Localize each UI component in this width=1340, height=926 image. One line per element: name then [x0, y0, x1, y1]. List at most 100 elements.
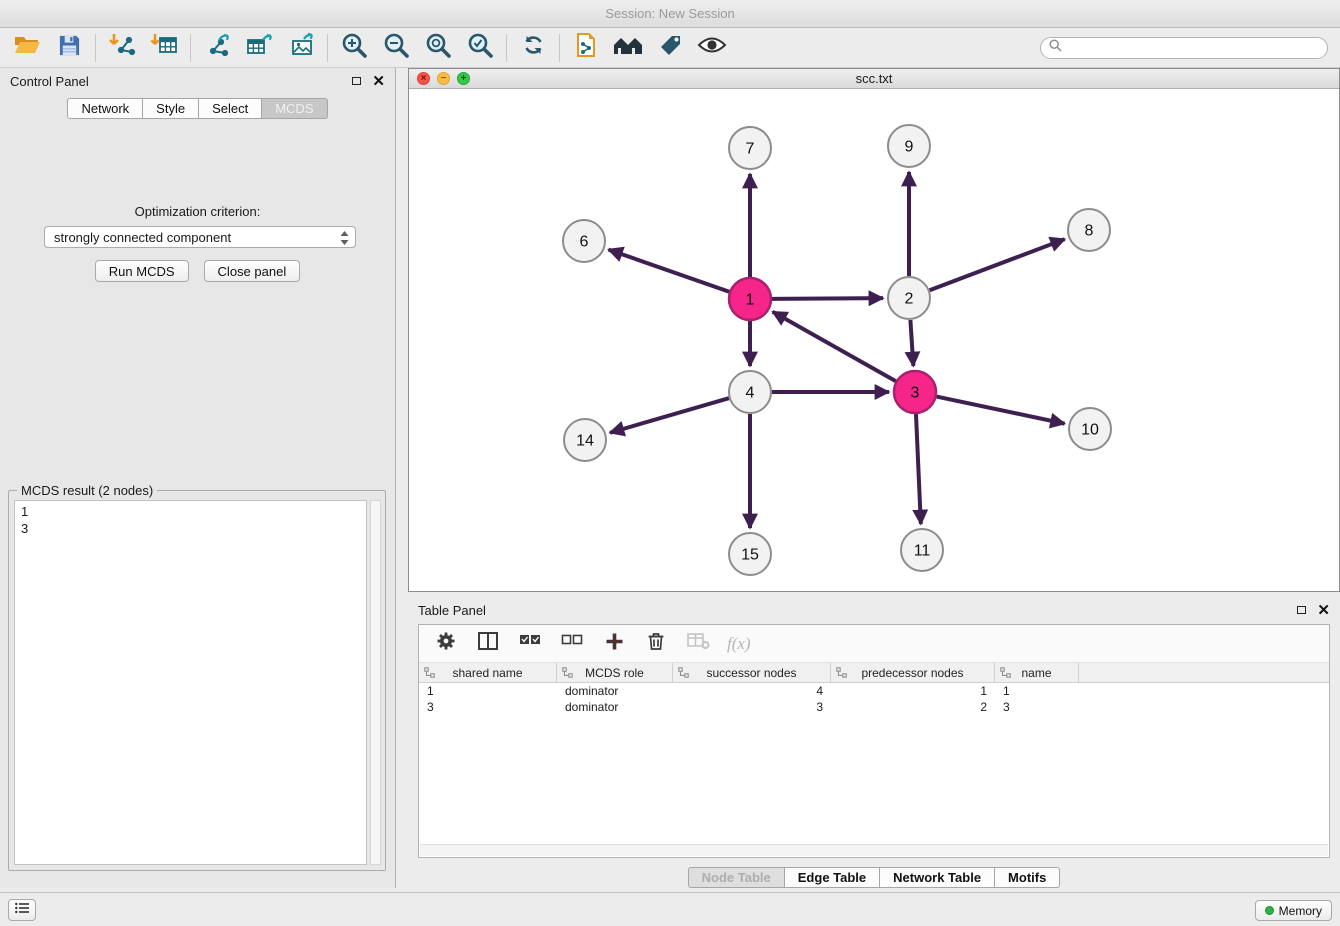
export-network-button[interactable]	[196, 31, 238, 65]
cell-predecessor-nodes[interactable]: 1	[831, 684, 995, 698]
memory-button[interactable]: Memory	[1255, 900, 1332, 921]
home-button[interactable]	[607, 31, 649, 65]
unselect-all-button[interactable]	[559, 631, 585, 657]
table-body: 1dominator4113dominator323	[419, 683, 1329, 715]
float-panel-icon[interactable]	[352, 77, 361, 85]
network-node-7[interactable]: 7	[729, 127, 771, 169]
mcds-result-list: 13	[14, 500, 367, 865]
style-tag-button[interactable]	[649, 31, 691, 65]
status-bar: Memory	[0, 892, 1340, 926]
select-all-button[interactable]	[517, 631, 543, 657]
network-edge-2-8[interactable]	[930, 239, 1065, 290]
network-node-1[interactable]: 1	[729, 278, 771, 320]
refresh-view-button[interactable]	[512, 31, 554, 65]
cell-name[interactable]: 1	[995, 684, 1079, 698]
close-panel-button[interactable]: Close panel	[204, 260, 301, 282]
function-builder-button[interactable]: f(x)	[727, 631, 751, 657]
import-table-button[interactable]	[143, 31, 185, 65]
control-panel-tab-style[interactable]: Style	[143, 98, 199, 119]
add-column-button[interactable]	[601, 631, 627, 657]
cell-successor-nodes[interactable]: 4	[673, 684, 831, 698]
horizontal-scrollbar[interactable]	[420, 844, 1328, 856]
float-panel-icon[interactable]	[1297, 606, 1306, 614]
close-panel-icon[interactable]: ✕	[372, 74, 385, 89]
minimize-window-icon[interactable]: −	[437, 72, 450, 85]
cell-MCDS-role[interactable]: dominator	[557, 700, 673, 714]
zoom-fit-button[interactable]	[417, 31, 459, 65]
window-title: Session: New Session	[605, 6, 734, 21]
control-panel-tab-network[interactable]: Network	[67, 98, 143, 119]
cell-successor-nodes[interactable]: 3	[673, 700, 831, 714]
column-header-shared-name[interactable]: shared name	[419, 663, 557, 682]
close-panel-icon[interactable]: ✕	[1317, 603, 1330, 618]
zoom-selected-icon	[467, 32, 494, 64]
network-node-15[interactable]: 15	[729, 533, 771, 575]
run-mcds-button[interactable]: Run MCDS	[95, 260, 189, 282]
column-header-label: predecessor nodes	[861, 666, 963, 680]
window-titlebar[interactable]: Session: New Session	[0, 0, 1340, 28]
network-edge-3-11[interactable]	[916, 414, 921, 524]
save-session-button[interactable]	[48, 31, 90, 65]
control-panel-tab-select[interactable]: Select	[199, 98, 262, 119]
search-box[interactable]	[1040, 37, 1328, 59]
node-label: 3	[911, 385, 920, 402]
result-scrollbar[interactable]	[370, 500, 381, 865]
save-floppy-icon	[58, 34, 81, 62]
network-node-6[interactable]: 6	[563, 220, 605, 262]
cell-shared-name[interactable]: 3	[419, 700, 557, 714]
table-row-2[interactable]: 3dominator323	[419, 699, 1329, 715]
network-node-9[interactable]: 9	[888, 125, 930, 167]
network-document-button[interactable]	[565, 31, 607, 65]
table-row-1[interactable]: 1dominator411	[419, 683, 1329, 699]
column-header-name[interactable]: name	[995, 663, 1079, 682]
export-network-icon	[203, 32, 231, 63]
criterion-dropdown[interactable]: strongly connected component	[44, 226, 356, 248]
network-edge-3-1[interactable]	[773, 312, 896, 381]
control-panel-tab-mcds[interactable]: MCDS	[262, 98, 327, 119]
network-node-10[interactable]: 10	[1069, 408, 1111, 450]
network-node-3[interactable]: 3	[894, 371, 936, 413]
show-columns-button[interactable]	[475, 631, 501, 657]
table-tab-node-table[interactable]: Node Table	[688, 867, 785, 888]
network-node-4[interactable]: 4	[729, 371, 771, 413]
table-tab-network-table[interactable]: Network Table	[880, 867, 995, 888]
zoom-window-icon[interactable]: +	[457, 72, 470, 85]
network-edge-3-10[interactable]	[937, 397, 1065, 424]
import-network-button[interactable]	[101, 31, 143, 65]
network-node-8[interactable]: 8	[1068, 209, 1110, 251]
network-edge-2-3[interactable]	[910, 320, 913, 366]
cell-MCDS-role[interactable]: dominator	[557, 684, 673, 698]
table-settings-button[interactable]	[433, 631, 459, 657]
delete-column-button[interactable]	[643, 631, 669, 657]
column-header-successor-nodes[interactable]: successor nodes	[673, 663, 831, 682]
criterion-dropdown-value: strongly connected component	[54, 230, 231, 245]
network-window-titlebar[interactable]: × − + scc.txt	[409, 69, 1339, 89]
delete-table-button[interactable]	[685, 631, 711, 657]
close-window-icon[interactable]: ×	[417, 72, 430, 85]
task-history-button[interactable]	[8, 899, 36, 921]
export-table-button[interactable]	[238, 31, 280, 65]
open-session-button[interactable]	[6, 31, 48, 65]
search-input[interactable]	[1068, 40, 1319, 57]
show-details-button[interactable]	[691, 31, 733, 65]
cell-name[interactable]: 3	[995, 700, 1079, 714]
network-edge-1-6[interactable]	[609, 250, 730, 292]
column-header-MCDS-role[interactable]: MCDS role	[557, 663, 673, 682]
zoom-selected-button[interactable]	[459, 31, 501, 65]
network-edge-1-2[interactable]	[772, 298, 883, 299]
column-header-predecessor-nodes[interactable]: predecessor nodes	[831, 663, 995, 682]
export-image-button[interactable]	[280, 31, 322, 65]
network-edge-4-14[interactable]	[610, 398, 729, 433]
cell-shared-name[interactable]: 1	[419, 684, 557, 698]
cell-predecessor-nodes[interactable]: 2	[831, 700, 995, 714]
zoom-in-button[interactable]	[333, 31, 375, 65]
network-node-2[interactable]: 2	[888, 277, 930, 319]
table-tab-edge-table[interactable]: Edge Table	[785, 867, 880, 888]
network-node-14[interactable]: 14	[564, 419, 606, 461]
network-canvas[interactable]: 7 9 6 8 1 2 4 3 14 10 15 11	[409, 89, 1339, 591]
table-tab-motifs[interactable]: Motifs	[995, 867, 1060, 888]
network-node-11[interactable]: 11	[901, 529, 943, 571]
control-panel-title: Control Panel	[10, 74, 89, 89]
zoom-out-button[interactable]	[375, 31, 417, 65]
eye-icon	[697, 35, 727, 60]
